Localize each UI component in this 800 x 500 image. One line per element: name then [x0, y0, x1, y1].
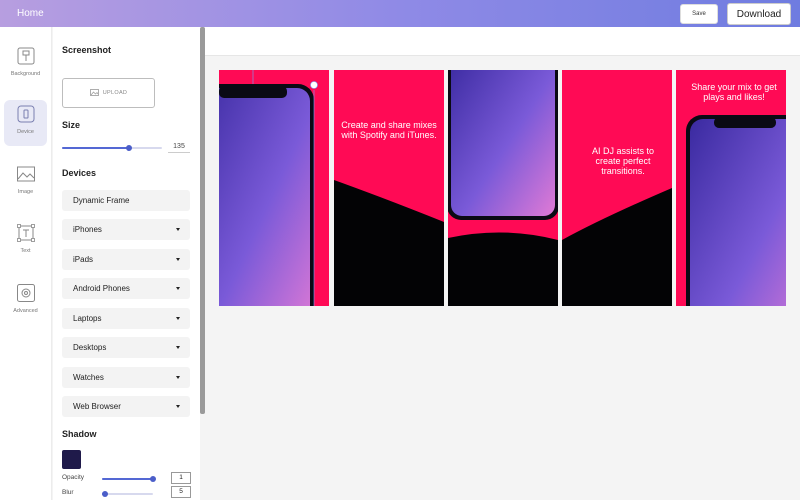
top-bar: Home Save Download: [0, 0, 800, 27]
chevron-down-icon: [176, 346, 180, 349]
rail-item-advanced[interactable]: Advanced: [4, 279, 47, 325]
devices-section-title: Devices: [62, 168, 97, 178]
home-link[interactable]: Home: [17, 8, 44, 19]
size-section-title: Size: [62, 120, 81, 130]
rail-label-background: Background: [10, 71, 41, 77]
chevron-down-icon: [176, 376, 180, 379]
blur-label: Blur: [62, 489, 74, 496]
device-option-label: iPhones: [73, 225, 102, 234]
device-option-dynamic-frame[interactable]: Dynamic Frame: [62, 190, 190, 211]
phone-icon: [17, 105, 35, 123]
shadow-color-swatch[interactable]: [62, 450, 81, 469]
device-option-label: Desktops: [73, 343, 107, 352]
chevron-down-icon: [176, 258, 180, 261]
device-dropdown-iphones[interactable]: iPhones: [62, 219, 190, 240]
blur-slider[interactable]: [101, 491, 153, 497]
rail-label-text: Text: [20, 248, 31, 254]
preview-slide-2[interactable]: Create and share mixes with Spotify and …: [334, 70, 444, 306]
device-dropdown-laptops[interactable]: Laptops: [62, 308, 190, 329]
upload-label: UPLOAD: [102, 90, 128, 96]
image-icon: [16, 165, 35, 183]
device-option-label: Laptops: [73, 314, 102, 323]
chevron-down-icon: [176, 405, 180, 408]
preview-slide-5[interactable]: Share your mix to get plays and likes!: [676, 70, 786, 306]
device-dropdown-ipads[interactable]: iPads: [62, 249, 190, 270]
settings-panel: Screenshot UPLOAD Size 135 Devices Dynam…: [53, 27, 200, 500]
chevron-down-icon: [176, 317, 180, 320]
chevron-down-icon: [176, 228, 180, 231]
opacity-input[interactable]: 1: [171, 472, 191, 484]
size-slider[interactable]: [62, 145, 162, 151]
canvas-toolbar-strip: [205, 27, 800, 56]
text-icon: [16, 224, 35, 242]
save-button[interactable]: Save: [680, 4, 718, 24]
screenshot-section-title: Screenshot: [62, 45, 112, 55]
paint-bucket-icon: [17, 47, 35, 65]
opacity-slider-fill: [102, 478, 153, 480]
size-value[interactable]: 135: [168, 143, 190, 153]
shadow-section-title: Shadow: [62, 429, 97, 439]
download-button[interactable]: Download: [727, 3, 791, 25]
preview-slide-4[interactable]: AI DJ assists to create perfect transiti…: [562, 70, 672, 306]
upload-button[interactable]: UPLOAD: [62, 78, 155, 108]
chevron-down-icon: [176, 287, 180, 290]
device-option-label: iPads: [73, 255, 94, 264]
gear-icon: [16, 284, 35, 302]
slide-caption[interactable]: AI DJ assists to create perfect transiti…: [582, 146, 664, 176]
device-dropdown-desktops[interactable]: Desktops: [62, 337, 190, 358]
rail-item-device[interactable]: Device: [4, 100, 47, 146]
rail-label-device: Device: [17, 129, 34, 135]
size-slider-thumb[interactable]: [126, 145, 132, 151]
opacity-label: Opacity: [62, 474, 85, 481]
rail-item-background[interactable]: Background: [4, 42, 47, 88]
upload-icon: [89, 88, 99, 98]
device-option-label: Dynamic Frame: [73, 196, 130, 205]
size-slider-fill: [62, 147, 129, 149]
slide-caption[interactable]: Create and share mixes with Spotify and …: [340, 120, 438, 140]
device-dropdown-watches[interactable]: Watches: [62, 367, 190, 388]
rail-item-text[interactable]: Text: [4, 219, 47, 265]
preview-slide-3[interactable]: [448, 70, 558, 306]
opacity-slider[interactable]: [102, 476, 156, 482]
device-option-label: Web Browser: [73, 402, 121, 411]
tool-rail: Background Device Image Text Advanced: [0, 27, 52, 500]
device-dropdown-android-phones[interactable]: Android Phones: [62, 278, 190, 299]
blur-slider-thumb[interactable]: [101, 491, 108, 497]
rail-item-image[interactable]: Image: [4, 160, 47, 206]
device-dropdown-web-browser[interactable]: Web Browser: [62, 396, 190, 417]
blur-input[interactable]: 5: [171, 486, 191, 498]
device-option-label: Android Phones: [73, 284, 130, 293]
rail-label-advanced: Advanced: [13, 308, 38, 314]
device-option-label: Watches: [73, 373, 104, 382]
opacity-slider-thumb[interactable]: [150, 476, 156, 482]
preview-slide-1[interactable]: [219, 70, 329, 306]
slide-caption[interactable]: Share your mix to get plays and likes!: [684, 82, 784, 102]
rail-label-image: Image: [17, 189, 34, 195]
